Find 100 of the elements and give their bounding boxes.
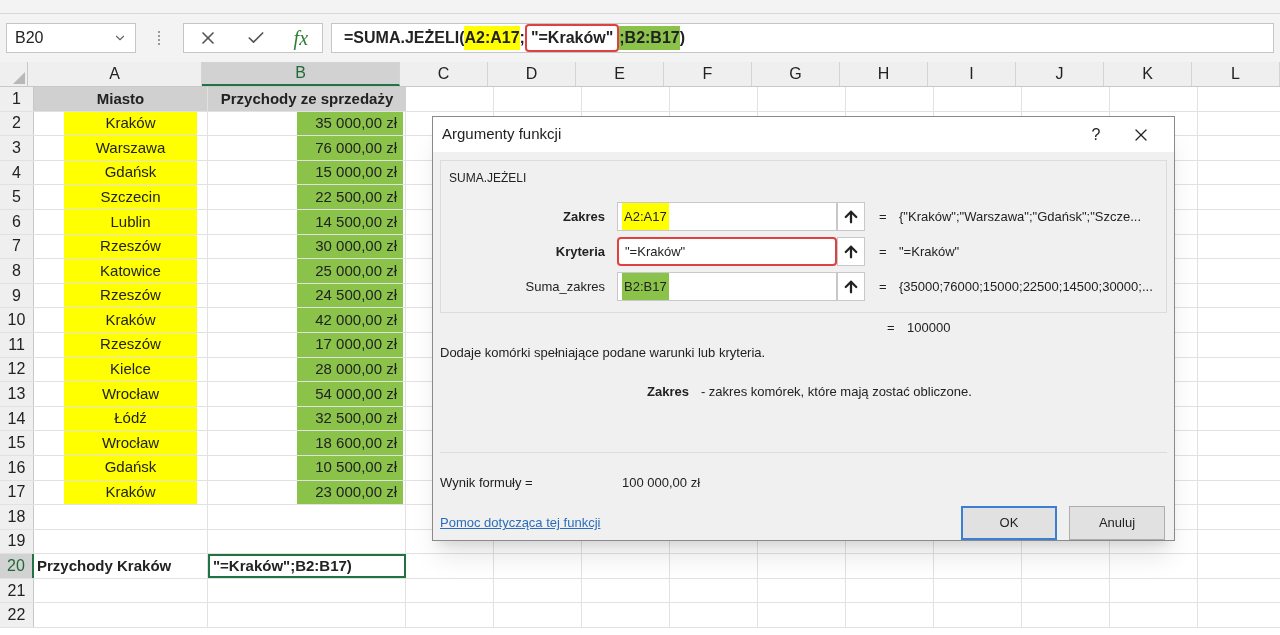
city-cell: Gdańsk <box>64 160 197 185</box>
equals-sign: = <box>887 319 896 338</box>
result-label: Wynik formuły = <box>440 473 534 492</box>
argument-value: B2:B17 <box>622 272 669 301</box>
revenue-cell: 25 000,00 zł <box>297 259 403 283</box>
column-header[interactable]: B <box>202 62 400 86</box>
formula-part: "=Kraków" <box>524 24 620 52</box>
row-header[interactable]: 3 <box>0 136 34 160</box>
row-header[interactable]: 4 <box>0 160 34 185</box>
row-header[interactable]: 9 <box>0 283 34 308</box>
row-header[interactable]: 10 <box>0 308 34 332</box>
row-header[interactable]: 15 <box>0 431 34 455</box>
equals-sign: = <box>879 277 888 296</box>
formula-part: ) <box>679 28 686 48</box>
argument-label: Zakres <box>562 207 606 226</box>
revenue-cell: 35 000,00 zł <box>297 111 403 136</box>
revenue-cell: 18 600,00 zł <box>297 431 403 455</box>
formula-part: ; <box>519 28 525 48</box>
row-header[interactable]: 16 <box>0 455 34 480</box>
column-header[interactable]: C <box>400 62 488 86</box>
argument-field[interactable]: B2:B17 <box>617 272 837 302</box>
table-header-cell: Miasto <box>34 87 208 111</box>
revenue-cell: 17 000,00 zł <box>297 332 403 357</box>
row-header[interactable]: 11 <box>0 332 34 357</box>
column-header[interactable]: I <box>928 62 1016 86</box>
row-header[interactable]: 7 <box>0 234 34 259</box>
column-header[interactable]: L <box>1192 62 1280 86</box>
revenue-cell: 76 000,00 zł <box>297 136 403 160</box>
dialog-title: Argumenty funkcji <box>442 124 563 145</box>
city-cell: Rzeszów <box>64 234 197 259</box>
row-header[interactable]: 1 <box>0 87 34 111</box>
city-cell: Wrocław <box>64 431 197 455</box>
row-header[interactable]: 5 <box>0 185 34 209</box>
city-cell: Katowice <box>64 259 197 283</box>
city-cell: Kraków <box>64 308 197 332</box>
row-header[interactable]: 12 <box>0 357 34 382</box>
revenue-cell: 23 000,00 zł <box>297 480 403 505</box>
row-header[interactable]: 19 <box>0 529 34 554</box>
column-header[interactable]: K <box>1104 62 1192 86</box>
revenue-cell: 10 500,00 zł <box>297 455 403 480</box>
argument-result: {35000;76000;15000;22500;14500;30000;... <box>899 277 1153 296</box>
help-button[interactable]: ? <box>1076 122 1116 147</box>
equals-sign: = <box>879 207 888 226</box>
city-cell: Szczecin <box>64 185 197 209</box>
row-header[interactable]: 6 <box>0 209 34 234</box>
column-header[interactable]: G <box>752 62 840 86</box>
row-header[interactable]: 20 <box>0 554 34 578</box>
row-header[interactable]: 17 <box>0 480 34 505</box>
function-description: Dodaje komórki spełniające podane warunki lub kryteria. <box>439 343 767 362</box>
name-box[interactable]: B20 <box>6 23 136 53</box>
city-cell: Gdańsk <box>64 455 197 480</box>
city-cell: Lublin <box>64 209 197 234</box>
collapse-dialog-button[interactable] <box>837 237 865 267</box>
function-name: SUMA.JEŻELI <box>449 170 528 188</box>
revenue-cell: 22 500,00 zł <box>297 185 403 209</box>
argument-value: A2:A17 <box>622 202 669 231</box>
row-header[interactable]: 21 <box>0 578 34 603</box>
dialog-button[interactable]: OK <box>961 506 1057 540</box>
collapse-dialog-button[interactable] <box>837 202 865 232</box>
row-header[interactable]: 2 <box>0 111 34 136</box>
grip-icon <box>158 31 161 45</box>
table-header-cell: Przychody ze sprzedaży <box>208 87 406 111</box>
active-cell[interactable]: "=Kraków";B2:B17) <box>208 554 406 578</box>
collapse-dialog-button[interactable] <box>837 272 865 302</box>
city-cell: Rzeszów <box>64 332 197 357</box>
city-cell: Kielce <box>64 357 197 382</box>
row-header[interactable]: 14 <box>0 406 34 431</box>
insert-function-button[interactable]: fx <box>293 23 309 53</box>
argument-value: "=Kraków" <box>624 242 687 261</box>
dialog-button[interactable]: Anuluj <box>1069 506 1165 540</box>
argument-field[interactable]: A2:A17 <box>617 202 837 232</box>
argument-label: Suma_zakres <box>524 277 606 296</box>
city-cell: Kraków <box>64 111 197 136</box>
argument-result: {"Kraków";"Warszawa";"Gdańsk";"Szcze... <box>899 207 1142 226</box>
row-header[interactable]: 13 <box>0 382 34 406</box>
row-header[interactable]: 22 <box>0 603 34 628</box>
argument-field[interactable]: "=Kraków" <box>617 237 837 267</box>
formula-part: ;B2:B17 <box>619 26 680 50</box>
city-cell: Wrocław <box>64 382 197 406</box>
argument-result: "=Kraków" <box>899 242 960 261</box>
column-header[interactable]: J <box>1016 62 1104 86</box>
column-header[interactable]: F <box>664 62 752 86</box>
result-value: 100 000,00 zł <box>622 473 701 492</box>
column-header[interactable]: H <box>840 62 928 86</box>
equals-sign: = <box>879 242 888 261</box>
revenue-cell: 24 500,00 zł <box>297 283 403 308</box>
row-header[interactable]: 18 <box>0 505 34 529</box>
total-result: 100000 <box>907 319 951 338</box>
city-cell: Kraków <box>64 480 197 505</box>
row-header[interactable]: 8 <box>0 259 34 283</box>
help-link[interactable]: Pomoc dotycząca tej funkcji <box>440 513 949 533</box>
column-header[interactable]: D <box>488 62 576 86</box>
city-cell: Rzeszów <box>64 283 197 308</box>
column-header[interactable]: E <box>576 62 664 86</box>
city-cell: Warszawa <box>64 136 197 160</box>
argument-label: Kryteria <box>554 242 606 261</box>
argument-help-text: - zakres komórek, które mają zostać obliczone. <box>700 383 972 401</box>
label-cell: Przychody Kraków <box>34 554 208 578</box>
revenue-cell: 28 000,00 zł <box>297 357 403 382</box>
city-cell: Łódź <box>64 406 197 431</box>
